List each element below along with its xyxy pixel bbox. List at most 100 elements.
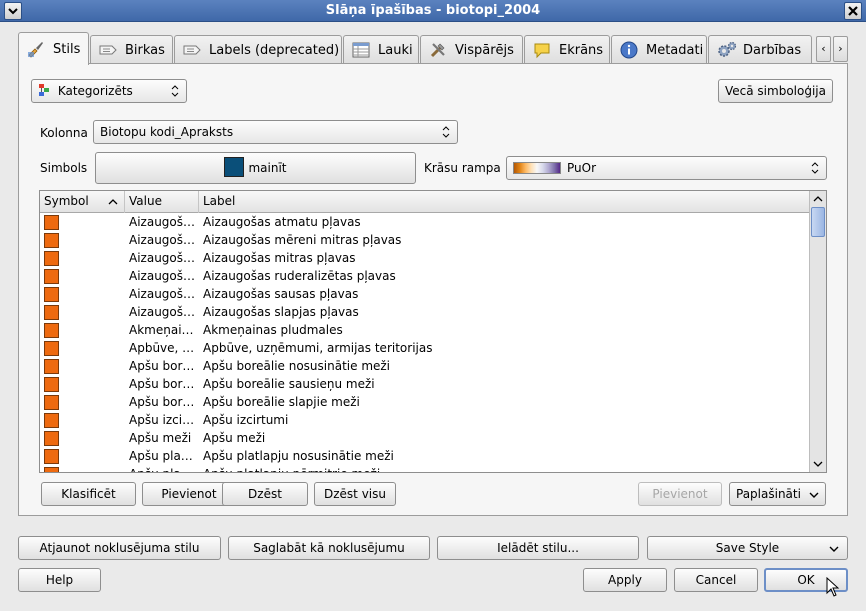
tab-scroll-right-button[interactable]: › [833,36,848,62]
table-row[interactable]: Apšu bor… Apšu boreālie sausieņu meži [40,375,810,393]
updown-arrows-icon [811,162,819,174]
dialog-body: Stils Birkas Labels (deprecated) Lauki V… [0,22,866,611]
symbol-preview [224,157,245,177]
change-symbol-button[interactable]: mainīt [95,152,416,184]
tab-birkas[interactable]: Birkas [90,35,173,64]
table-row[interactable]: Apšu meži Apšu meži [40,429,810,447]
label-tag-icon [183,41,201,59]
tab-label: Darbības [743,42,802,58]
gears-icon [717,41,737,59]
scroll-up-icon[interactable] [811,192,825,206]
save-style-menu-button[interactable]: Save Style [647,536,848,560]
table-row[interactable]: Aizaugoš… Aizaugošas mēreni mitras pļavas [40,231,810,249]
table-row[interactable]: Aizaugoš… Aizaugošas mitras pļavas [40,249,810,267]
table-row[interactable]: Aizaugoš… Aizaugošas sausas pļavas [40,285,810,303]
symbol-swatch[interactable] [44,395,59,410]
row-value: Apšu bor… [129,359,195,373]
symbol-swatch[interactable] [44,359,59,374]
color-ramp-combo[interactable]: PuOr [506,156,827,180]
tab-label: Metadati [646,42,704,58]
symbol-swatch[interactable] [44,233,59,248]
add-rule-button-disabled[interactable]: Pievienot [638,482,722,506]
load-style-button[interactable]: Ielādēt stilu... [437,536,639,560]
paintbrush-icon [27,40,45,58]
table-row[interactable]: Apšu pla… Apšu platlapju nosusinātie meži [40,447,810,465]
row-label: Aizaugošas ruderalizētas pļavas [203,269,396,283]
table-row[interactable]: Aizaugoš… Aizaugošas atmatu pļavas [40,213,810,231]
table-row[interactable]: Apšu izci… Apšu izcirtumi [40,411,810,429]
updown-arrows-icon [442,126,450,138]
row-value: Apšu pla… [129,449,193,463]
info-icon [620,41,638,59]
table-row[interactable]: Apbūve, … Apbūve, uzņēmumi, armijas terit… [40,339,810,357]
tab-lauki[interactable]: Lauki [343,35,419,64]
column-combo[interactable]: Biotopu kodi_Apraksts [93,120,458,144]
table-header: Symbol Value Label [40,191,810,213]
row-value: Apšu bor… [129,377,195,391]
symbol-swatch[interactable] [44,431,59,446]
tab-visparejs[interactable]: Vispārējs [420,35,523,64]
renderer-type-value: Kategorizēts [57,84,133,98]
symbol-label: Simbols [40,161,88,175]
scroll-down-icon[interactable] [811,457,825,471]
delete-all-button[interactable]: Dzēst visu [314,482,396,506]
row-label: Apšu boreālie nosusinātie meži [203,359,391,373]
row-label: Apšu platlapju nosusinātie meži [203,449,394,463]
tab-scroll-left-button[interactable]: ‹ [816,36,831,62]
classify-button[interactable]: Klasificēt [41,482,136,506]
table-row[interactable]: Aizaugoš… Aizaugošas ruderalizētas pļavas [40,267,810,285]
tab-ekrans[interactable]: Ekrāns [524,35,610,64]
updown-arrows-icon [171,85,179,97]
table-row[interactable]: Apšu bor… Apšu boreālie slapjie meži [40,393,810,411]
advanced-menu-button[interactable]: Paplašināti [729,482,826,506]
style-panel: Kategorizēts Vecā simboloģija Kolonna Bi… [18,63,848,516]
row-label: Apbūve, uzņēmumi, armijas teritorijas [203,341,433,355]
table-icon [352,41,370,59]
symbol-swatch[interactable] [44,269,59,284]
help-button[interactable]: Help [18,568,101,592]
row-label: Apšu izcirtumi [203,413,289,427]
table-rows: Aizaugoš… Aizaugošas atmatu pļavas Aizaugo… [40,213,810,472]
tab-darbibas[interactable]: Darbības [708,35,812,64]
column-header-value[interactable]: Value [125,191,199,213]
symbol-swatch[interactable] [44,287,59,302]
row-value: Apšu izci… [129,413,195,427]
cancel-button[interactable]: Cancel [674,568,758,592]
symbol-swatch[interactable] [44,413,59,428]
symbol-swatch[interactable] [44,467,59,472]
close-icon [848,6,858,16]
symbol-swatch[interactable] [44,377,59,392]
column-header-label[interactable]: Label [199,191,810,213]
table-row[interactable]: Apšu pla… Apšu platlapju pērmitrie meži [40,465,810,472]
save-as-default-button[interactable]: Saglabāt kā noklusējumu [228,536,430,560]
renderer-type-combo[interactable]: Kategorizēts [31,79,187,103]
old-symbology-button[interactable]: Vecā simboloģija [718,79,833,103]
table-row[interactable]: Akmeņai… Akmeņainas pludmales [40,321,810,339]
table-vertical-scrollbar[interactable] [809,191,826,472]
scrollbar-thumb[interactable] [811,207,825,237]
table-row[interactable]: Apšu bor… Apšu boreālie nosusinātie meži [40,357,810,375]
tab-metadati[interactable]: Metadati [611,35,707,64]
tab-label: Vispārējs [455,42,514,58]
color-ramp-value: PuOr [567,161,597,175]
restore-default-style-button[interactable]: Atjaunot noklusējuma stilu [18,536,221,560]
symbol-swatch[interactable] [44,215,59,230]
categorized-icon [38,82,50,96]
symbol-swatch[interactable] [44,251,59,266]
row-value: Aizaugoš… [129,305,196,319]
categories-table[interactable]: Symbol Value Label Aizaugoš… Aizaugošas a… [39,190,827,473]
column-header-symbol[interactable]: Symbol [40,191,125,213]
symbol-swatch[interactable] [44,323,59,338]
symbol-swatch[interactable] [44,341,59,356]
delete-category-button[interactable]: Dzēst [222,482,308,506]
tab-stils[interactable]: Stils [18,32,89,65]
symbol-swatch[interactable] [44,449,59,464]
row-value: Apšu bor… [129,395,195,409]
table-row[interactable]: Aizaugoš… Aizaugošas slapjas pļavas [40,303,810,321]
symbol-swatch[interactable] [44,305,59,320]
sort-ascending-icon [108,199,118,205]
tab-labels-deprecated[interactable]: Labels (deprecated) [174,35,342,64]
row-value: Aizaugoš… [129,251,196,265]
window-close-button[interactable] [844,2,862,20]
apply-button[interactable]: Apply [583,568,667,592]
